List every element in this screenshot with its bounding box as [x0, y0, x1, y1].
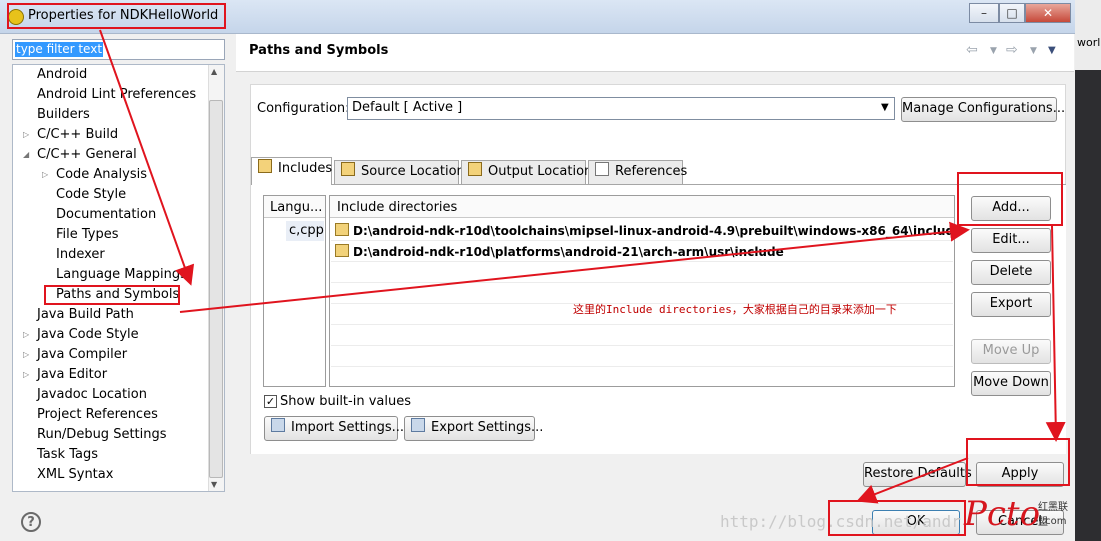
annotation-arrows [99, 29, 1066, 504]
arrow-add-to-apply [1045, 225, 1066, 442]
arrow-tree-to-add [179, 221, 970, 313]
arrow-apply-to-ok [856, 457, 969, 504]
arrow-title-to-tree [99, 29, 195, 286]
